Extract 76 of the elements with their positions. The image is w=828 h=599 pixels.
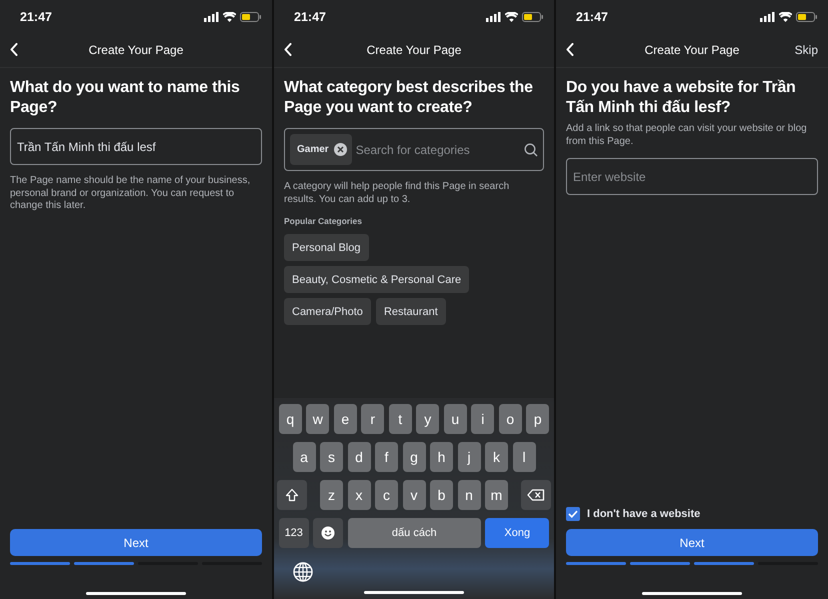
category-option[interactable]: Beauty, Cosmetic & Personal Care <box>284 266 470 293</box>
next-button[interactable]: Next <box>10 529 262 556</box>
back-button[interactable] <box>566 43 574 56</box>
letter-key[interactable]: c <box>375 480 398 510</box>
skip-button[interactable]: Skip <box>794 43 818 57</box>
battery-icon <box>522 12 544 22</box>
back-button[interactable] <box>284 43 292 56</box>
wifi-icon <box>779 12 792 22</box>
checkbox[interactable] <box>566 507 580 521</box>
battery-icon <box>240 12 262 22</box>
back-button[interactable] <box>10 43 18 56</box>
shift-icon <box>285 488 299 502</box>
question-heading: What do you want to name this Page? <box>10 78 241 118</box>
category-option[interactable]: Restaurant <box>376 298 446 325</box>
wifi-icon <box>505 12 518 22</box>
letter-key[interactable]: j <box>458 442 480 472</box>
letter-key[interactable]: s <box>320 442 343 472</box>
search-icon[interactable] <box>524 142 538 156</box>
status-time: 21:47 <box>576 10 608 24</box>
header-title: Create Your Page <box>366 43 462 57</box>
next-button[interactable]: Next <box>566 529 818 556</box>
signal-icon <box>486 12 501 22</box>
letter-key[interactable]: t <box>388 404 412 434</box>
globe-icon[interactable] <box>293 562 313 582</box>
letter-key[interactable]: p <box>526 404 550 434</box>
shift-key[interactable] <box>277 480 307 510</box>
letter-key[interactable]: l <box>512 442 536 472</box>
battery-icon <box>796 12 818 22</box>
letter-key[interactable]: r <box>361 404 384 434</box>
letter-key[interactable]: u <box>444 404 467 434</box>
status-time: 21:47 <box>20 10 52 24</box>
letter-key[interactable]: z <box>320 480 343 510</box>
letter-key[interactable]: x <box>348 480 370 510</box>
smiley-icon <box>321 526 336 540</box>
section-label: Popular Categories <box>284 216 363 226</box>
backspace-icon <box>527 489 545 501</box>
letter-key[interactable]: m <box>485 480 508 510</box>
header-title: Create Your Page <box>88 43 184 57</box>
letter-key[interactable]: o <box>498 404 522 434</box>
letter-key[interactable]: w <box>306 404 330 434</box>
page-name-field[interactable]: Trần Tấn Minh thi đấu lesf <box>10 128 262 165</box>
category-search-input[interactable]: Search for categories <box>356 142 520 156</box>
letter-key[interactable]: e <box>334 404 357 434</box>
letter-key[interactable]: n <box>458 480 480 510</box>
header-title: Create Your Page <box>644 43 740 57</box>
letter-key[interactable]: y <box>416 404 440 434</box>
letter-key[interactable]: q <box>278 404 302 434</box>
letter-key[interactable]: g <box>402 442 426 472</box>
numbers-key[interactable]: 123 <box>278 518 309 548</box>
chip-label: Gamer <box>297 144 329 155</box>
letter-key[interactable]: d <box>348 442 370 472</box>
website-field[interactable]: Enter website <box>566 158 818 195</box>
letter-key[interactable]: f <box>375 442 398 472</box>
emoji-key[interactable] <box>313 518 344 548</box>
category-option[interactable]: Personal Blog <box>284 234 368 261</box>
subtitle-text: Add a link so that people can visit your website or blog from this Page. <box>566 123 808 148</box>
letter-key[interactable]: a <box>292 442 316 472</box>
question-heading: What category best describes the Page you want to create? <box>284 78 534 118</box>
letter-key[interactable]: v <box>402 480 426 510</box>
category-option[interactable]: Camera/Photo <box>284 298 371 325</box>
letter-key[interactable]: h <box>430 442 453 472</box>
remove-icon[interactable] <box>334 143 347 156</box>
letter-key[interactable]: k <box>485 442 508 472</box>
space-key[interactable]: dấu cách <box>348 518 481 548</box>
letter-key[interactable]: i <box>471 404 494 434</box>
signal-icon <box>204 12 219 22</box>
status-time: 21:47 <box>294 10 326 24</box>
signal-icon <box>760 12 775 22</box>
checkbox-label: I don't have a website <box>587 508 700 520</box>
question-heading: Do you have a website for Trần Tấn Minh thi đấu lesf? <box>566 78 797 118</box>
help-text: A category will help people find this Page in search results. You can add up to 3. <box>284 181 510 206</box>
return-key[interactable]: Xong <box>485 518 550 548</box>
backspace-key[interactable] <box>521 480 551 510</box>
wifi-icon <box>223 12 236 22</box>
help-text: The Page name should be the name of your business, personal brand or organization. You can request to change this later. <box>10 175 252 212</box>
letter-key[interactable]: b <box>430 480 453 510</box>
